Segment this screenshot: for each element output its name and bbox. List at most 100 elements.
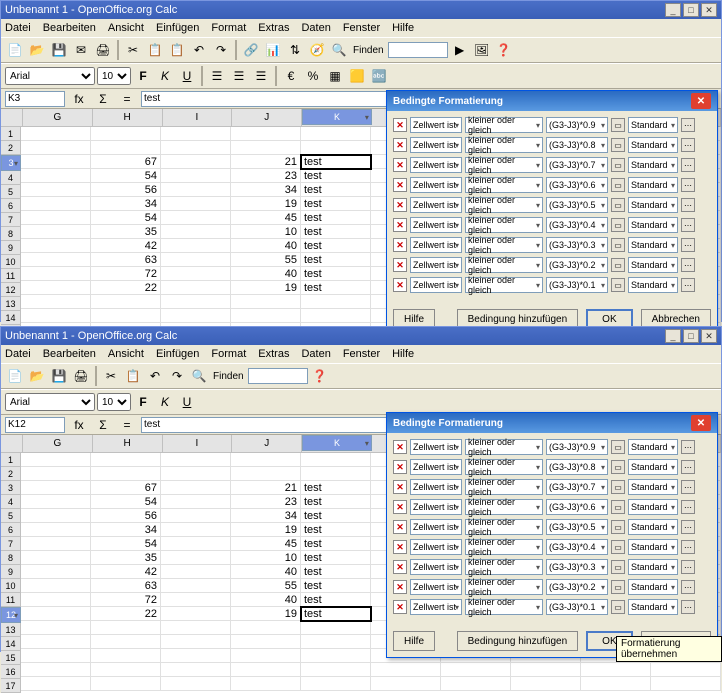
col-head[interactable]: K <box>302 109 372 125</box>
cell[interactable] <box>161 579 231 593</box>
condition-formula-input[interactable]: (G3-J3)*0.5 <box>546 519 608 535</box>
cell[interactable] <box>371 663 441 677</box>
cell[interactable] <box>21 183 91 197</box>
condition-operator-select[interactable]: kleiner oder gleich <box>465 257 543 273</box>
cell[interactable]: 21 <box>231 481 301 495</box>
style-select[interactable]: Standard <box>628 117 678 133</box>
cell[interactable]: 19 <box>231 523 301 537</box>
cell[interactable]: 23 <box>231 495 301 509</box>
row-head[interactable]: 12 <box>1 283 21 297</box>
condition-type-select[interactable]: Zellwert ist <box>410 117 462 133</box>
menu-format[interactable]: Format <box>211 348 246 360</box>
menu-bearbeiten[interactable]: Bearbeiten <box>43 22 96 34</box>
shrink-icon[interactable]: ▭ <box>611 278 625 292</box>
col-head[interactable]: K <box>302 435 372 451</box>
cell[interactable] <box>301 621 371 635</box>
cell[interactable] <box>651 663 721 677</box>
cell[interactable] <box>161 537 231 551</box>
new-style-icon[interactable]: ⋯ <box>681 238 695 252</box>
new-style-icon[interactable]: ⋯ <box>681 560 695 574</box>
chart-icon[interactable]: 📊 <box>263 40 283 60</box>
col-head[interactable]: J <box>232 109 302 126</box>
new-style-icon[interactable]: ⋯ <box>681 500 695 514</box>
condition-formula-input[interactable]: (G3-J3)*0.4 <box>546 539 608 555</box>
cell[interactable]: 40 <box>231 239 301 253</box>
condition-formula-input[interactable]: (G3-J3)*0.3 <box>546 559 608 575</box>
row-head[interactable]: 9 <box>1 241 21 255</box>
condition-formula-input[interactable]: (G3-J3)*0.8 <box>546 459 608 475</box>
cell[interactable] <box>91 141 161 155</box>
condition-formula-input[interactable]: (G3-J3)*0.1 <box>546 277 608 293</box>
cell[interactable]: test <box>301 509 371 523</box>
delete-condition-button[interactable]: ✕ <box>393 278 407 292</box>
add-condition-button[interactable]: Bedingung hinzufügen <box>457 631 579 651</box>
cell[interactable] <box>161 127 231 141</box>
condition-type-select[interactable]: Zellwert ist <box>410 237 462 253</box>
help-icon[interactable]: ❓ <box>310 366 330 386</box>
cell[interactable] <box>91 649 161 663</box>
cell[interactable] <box>581 677 651 691</box>
condition-operator-select[interactable]: kleiner oder gleich <box>465 439 543 455</box>
delete-condition-button[interactable]: ✕ <box>393 258 407 272</box>
cell[interactable] <box>161 169 231 183</box>
cell[interactable] <box>161 309 231 323</box>
shrink-icon[interactable]: ▭ <box>611 480 625 494</box>
menu-format[interactable]: Format <box>211 22 246 34</box>
cell[interactable] <box>21 565 91 579</box>
cell[interactable] <box>161 295 231 309</box>
currency-icon[interactable]: € <box>281 66 301 86</box>
condition-formula-input[interactable]: (G3-J3)*0.6 <box>546 177 608 193</box>
cell[interactable] <box>21 155 91 169</box>
menu-einfuegen[interactable]: Einfügen <box>156 348 199 360</box>
new-style-icon[interactable]: ⋯ <box>681 600 695 614</box>
close-button[interactable]: ✕ <box>701 3 717 17</box>
condition-operator-select[interactable]: kleiner oder gleich <box>465 177 543 193</box>
style-select[interactable]: Standard <box>628 539 678 555</box>
italic-icon[interactable]: K <box>155 66 175 86</box>
condition-operator-select[interactable]: kleiner oder gleich <box>465 117 543 133</box>
row-head[interactable]: 3 <box>1 155 21 171</box>
select-all-corner[interactable] <box>1 435 23 452</box>
condition-type-select[interactable]: Zellwert ist <box>410 479 462 495</box>
redo-icon[interactable]: ↷ <box>167 366 187 386</box>
condition-formula-input[interactable]: (G3-J3)*0.6 <box>546 499 608 515</box>
cell[interactable] <box>161 495 231 509</box>
cell[interactable] <box>21 663 91 677</box>
find-input[interactable] <box>388 42 448 58</box>
condition-type-select[interactable]: Zellwert ist <box>410 579 462 595</box>
save-icon[interactable]: 💾 <box>49 366 69 386</box>
cell[interactable] <box>161 481 231 495</box>
row-head[interactable]: 14 <box>1 311 21 325</box>
open-icon[interactable]: 📂 <box>27 366 47 386</box>
cell[interactable] <box>21 309 91 323</box>
cell[interactable] <box>21 621 91 635</box>
cell[interactable] <box>231 635 301 649</box>
style-select[interactable]: Standard <box>628 177 678 193</box>
bold-icon[interactable]: F <box>133 392 153 412</box>
cell[interactable]: 34 <box>231 183 301 197</box>
condition-operator-select[interactable]: kleiner oder gleich <box>465 137 543 153</box>
col-head[interactable]: G <box>23 109 93 126</box>
cell[interactable]: test <box>301 267 371 281</box>
delete-condition-button[interactable]: ✕ <box>393 198 407 212</box>
fx-icon[interactable]: fx <box>69 415 89 435</box>
condition-type-select[interactable]: Zellwert ist <box>410 177 462 193</box>
cell[interactable] <box>301 467 371 481</box>
cell[interactable] <box>21 467 91 481</box>
cell[interactable] <box>161 649 231 663</box>
condition-formula-input[interactable]: (G3-J3)*0.2 <box>546 257 608 273</box>
delete-condition-button[interactable]: ✕ <box>393 500 407 514</box>
cell[interactable] <box>371 677 441 691</box>
fontcolor-icon[interactable]: 🔤 <box>369 66 389 86</box>
cell[interactable] <box>21 593 91 607</box>
cell[interactable] <box>161 141 231 155</box>
row-head[interactable]: 2 <box>1 467 21 481</box>
cell[interactable]: 22 <box>91 281 161 295</box>
new-icon[interactable]: 📄 <box>5 366 25 386</box>
cell[interactable]: test <box>301 579 371 593</box>
underline-icon[interactable]: U <box>177 392 197 412</box>
cell[interactable] <box>21 127 91 141</box>
cell[interactable] <box>21 509 91 523</box>
cell[interactable] <box>231 621 301 635</box>
condition-operator-select[interactable]: kleiner oder gleich <box>465 539 543 555</box>
